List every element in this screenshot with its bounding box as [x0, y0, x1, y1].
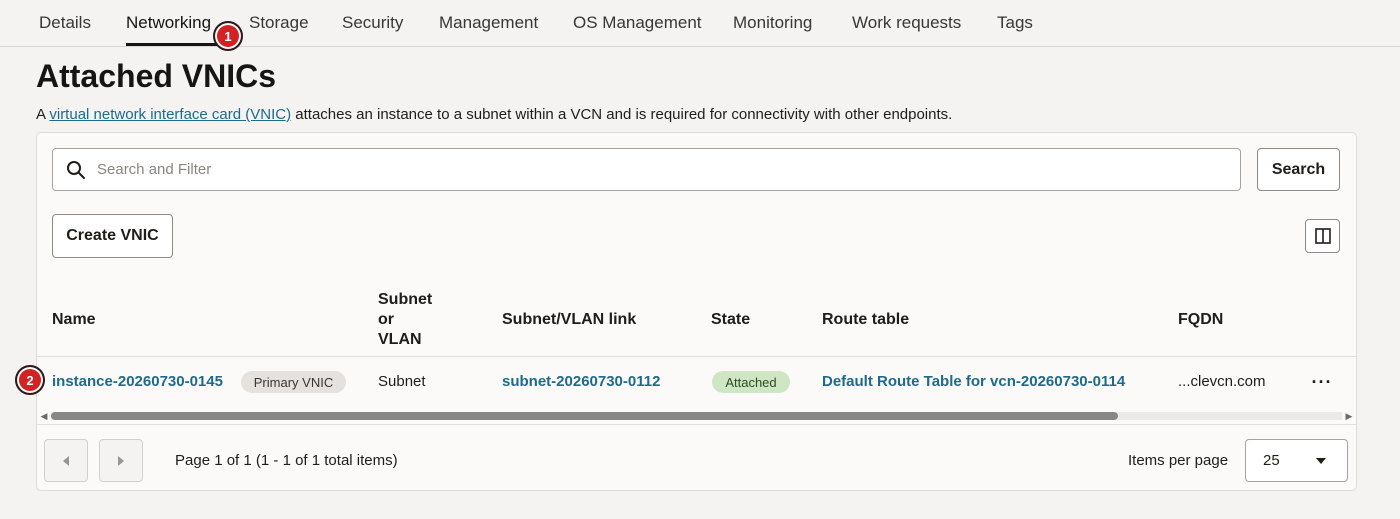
create-vnic-button[interactable]: Create VNIC [52, 214, 173, 258]
step-marker-2: 2 [15, 365, 45, 395]
page-description: A virtual network interface card (VNIC) … [36, 106, 952, 123]
primary-vnic-badge: Primary VNIC [241, 371, 346, 393]
step-marker-1: 1 [213, 21, 243, 51]
page-title: Attached VNICs [36, 58, 277, 94]
search-button[interactable]: Search [1257, 148, 1340, 191]
col-header-subnet-line2: or [378, 311, 394, 328]
header-divider [37, 356, 1356, 357]
column-settings-button[interactable] [1305, 219, 1340, 253]
horizontal-scrollbar[interactable]: ◀ ▶ [37, 408, 1356, 424]
items-per-page-value: 25 [1263, 452, 1280, 469]
desc-prefix: A [36, 106, 50, 123]
subnet-link[interactable]: subnet-20260730-0112 [502, 372, 660, 392]
previous-page-button[interactable] [44, 439, 88, 482]
col-header-subnet-or-vlan[interactable]: Subnet or VLAN [378, 290, 432, 350]
footer-divider [37, 424, 1356, 425]
tab-storage[interactable]: Storage [249, 13, 309, 33]
tab-monitoring[interactable]: Monitoring [733, 13, 812, 33]
tab-networking[interactable]: Networking [126, 13, 211, 33]
chevron-right-icon [118, 455, 124, 466]
row-actions-menu-button[interactable]: ··· [1308, 372, 1336, 392]
subnet-or-vlan-value: Subnet [378, 373, 426, 390]
search-icon [67, 161, 85, 179]
col-header-fqdn[interactable]: FQDN [1178, 310, 1223, 330]
fqdn-value: ...clevcn.com [1178, 373, 1266, 390]
columns-icon [1314, 228, 1331, 244]
tab-tags[interactable]: Tags [997, 13, 1033, 33]
route-table-link[interactable]: Default Route Table for vcn-20260730-011… [822, 372, 1125, 392]
scroll-thumb[interactable] [51, 412, 1118, 420]
active-tab-indicator [126, 43, 228, 46]
scroll-left-arrow-icon[interactable]: ◀ [39, 411, 49, 421]
state-badge: Attached [712, 371, 790, 393]
tab-os-management[interactable]: OS Management [573, 13, 702, 33]
col-header-subnet-line3: VLAN [378, 331, 422, 348]
scroll-right-arrow-icon[interactable]: ▶ [1344, 411, 1354, 421]
next-page-button[interactable] [99, 439, 143, 482]
col-header-state[interactable]: State [711, 310, 750, 330]
tab-bar: Details Networking Storage Security Mana… [0, 0, 1400, 47]
tab-security[interactable]: Security [342, 13, 403, 33]
col-header-subnet-link[interactable]: Subnet/VLAN link [502, 310, 636, 330]
tab-management[interactable]: Management [439, 13, 538, 33]
col-header-name[interactable]: Name [52, 310, 96, 330]
tab-work-requests[interactable]: Work requests [852, 13, 961, 33]
tab-details[interactable]: Details [39, 13, 91, 33]
search-input[interactable] [97, 149, 1227, 190]
chevron-left-icon [63, 455, 69, 466]
items-per-page-select[interactable]: 25 [1245, 439, 1348, 482]
items-per-page-label: Items per page [1128, 452, 1229, 469]
col-header-subnet-line1: Subnet [378, 291, 433, 308]
vnic-doc-link[interactable]: virtual network interface card (VNIC) [49, 106, 291, 123]
search-field[interactable] [52, 148, 1241, 191]
col-header-route-table[interactable]: Route table [822, 310, 909, 330]
pagination-summary: Page 1 of 1 (1 - 1 of 1 total items) [175, 452, 398, 469]
vnic-name-link[interactable]: instance-20260730-0145 [52, 372, 223, 392]
desc-suffix: attaches an instance to a subnet within … [291, 106, 953, 123]
chevron-down-icon [1316, 458, 1326, 464]
